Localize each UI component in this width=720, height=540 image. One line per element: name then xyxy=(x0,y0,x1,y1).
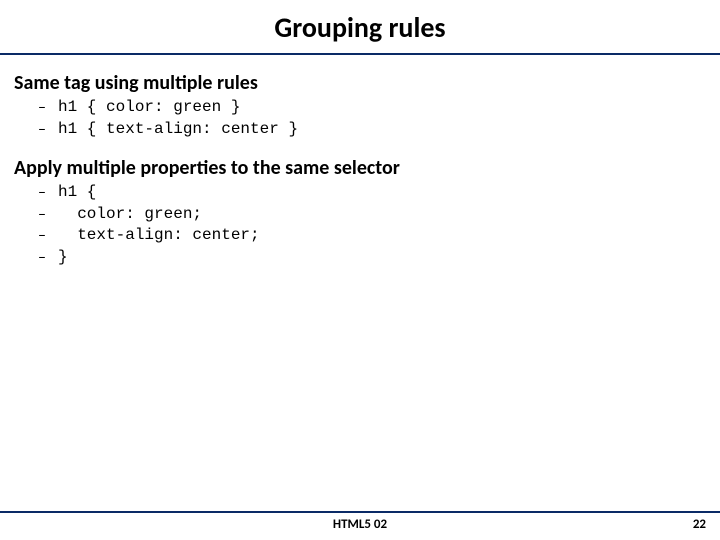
slide-content: Same tag using multiple rules h1 { color… xyxy=(0,55,720,269)
code-line: } xyxy=(58,247,706,269)
section-heading: Apply multiple properties to the same se… xyxy=(14,156,706,180)
code-line: h1 { xyxy=(58,182,706,204)
code-line: h1 { text-align: center } xyxy=(58,119,706,141)
page-number: 22 xyxy=(693,517,706,532)
slide: Grouping rules Same tag using multiple r… xyxy=(0,0,720,540)
code-line: color: green; xyxy=(58,204,706,226)
code-list: h1 { color: green; text-align: center; } xyxy=(14,182,706,268)
footer-inner: HTML5 02 22 xyxy=(0,513,720,532)
footer-center-text: HTML5 02 xyxy=(333,517,387,532)
code-line: h1 { color: green } xyxy=(58,97,706,119)
code-list: h1 { color: green } h1 { text-align: cen… xyxy=(14,97,706,140)
slide-title: Grouping rules xyxy=(0,0,720,55)
code-line: text-align: center; xyxy=(58,225,706,247)
footer: HTML5 02 22 xyxy=(0,511,720,532)
section-heading: Same tag using multiple rules xyxy=(14,71,706,95)
